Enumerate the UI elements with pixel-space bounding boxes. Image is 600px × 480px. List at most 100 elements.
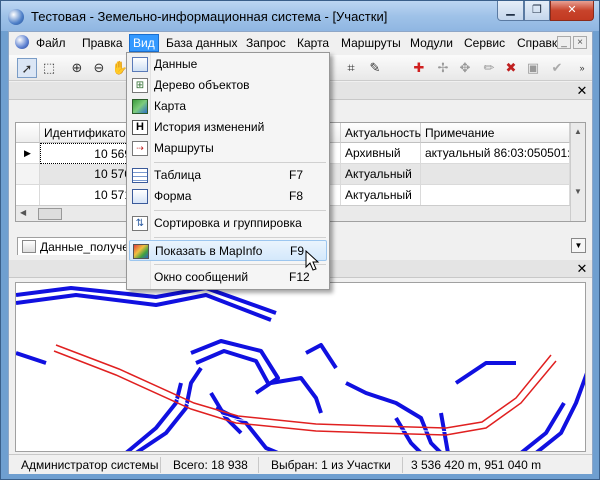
table-cell[interactable]: Архивный [341,143,421,164]
menu-item-routes[interactable]: ⇢ Маршруты [129,138,327,159]
selected-route [53,344,557,436]
menu-item-label: Карта [154,99,187,113]
tab-data-label: Данные_получен [40,240,136,254]
select-arrow-icon[interactable]: ➚ [17,58,37,78]
status-user: Администратор системы [17,457,161,473]
close-map-panel-icon[interactable]: ✕ [575,262,589,276]
map-canvas[interactable] [15,282,586,452]
tree-icon: ⊞ [132,78,148,93]
menu-item-history[interactable]: H История изменений [129,117,327,138]
map-drawing [16,286,585,451]
menu-routes[interactable]: Маршруты [338,35,404,51]
draw-line-icon[interactable]: ✎ [365,58,385,78]
column-header-status[interactable]: Актуальность [341,123,421,143]
menu-modules[interactable]: Модули [407,35,456,51]
view-dropdown-menu: Данные ⊞ Дерево объектов Карта H История… [126,52,330,290]
table-icon [132,168,148,183]
menu-separator [154,210,326,211]
zoom-in-icon[interactable]: ⊕ [67,58,87,78]
menu-item-show-in-mapinfo[interactable]: Показать в MapInfo F9 [129,240,327,261]
table-row[interactable]: 10 571 [40,185,136,206]
table-cell[interactable] [421,164,570,185]
menu-item-form[interactable]: Форма F8 [129,186,327,207]
row-indicator-header [16,123,40,143]
close-button[interactable]: ✕ [550,1,594,21]
menu-item-label: Маршруты [154,141,214,155]
menu-item-map[interactable]: Карта [129,96,327,117]
menu-item-label: Показать в MapInfo [155,244,263,258]
menu-item-sort-group[interactable]: ⇅ Сортировка и группировка [129,213,327,234]
mapinfo-icon [133,244,149,259]
menu-database[interactable]: База данных [163,35,240,51]
table-row[interactable]: 10 569 [40,143,136,164]
toolbar-overflow-icon[interactable]: » [572,58,592,78]
menu-item-label: Форма [154,189,192,203]
current-row-indicator-icon: ▶ [16,143,40,164]
confirm-check-icon[interactable]: ✔ [547,58,567,78]
edit-node-icon[interactable]: ⌗ [341,58,361,78]
menu-item-messages-window[interactable]: Окно сообщений F12 [129,267,327,288]
sort-icon: ⇅ [132,216,148,231]
rect-select-icon[interactable]: ⬚ [39,58,59,78]
menu-service[interactable]: Сервис [461,35,508,51]
maximize-button[interactable]: ❐ [524,1,550,21]
mouse-cursor-icon [305,250,320,271]
column-header-note[interactable]: Примечание [421,123,570,143]
pencil-icon[interactable]: ✏ [479,58,499,78]
zoom-out-icon[interactable]: ⊖ [89,58,109,78]
menu-view[interactable]: Вид [129,34,159,52]
scroll-left-icon[interactable]: ◀ [20,208,26,217]
table-cell[interactable]: Актуальный [341,164,421,185]
menu-query[interactable]: Запрос [243,35,289,51]
table-row[interactable]: 10 570 [40,164,136,185]
table-cell[interactable] [421,185,570,206]
menu-item-label: Окно сообщений [154,270,249,284]
tab-data[interactable]: Данные_получен [17,237,143,255]
menu-item-label: Дерево объектов [154,78,250,92]
menu-item-shortcut: F7 [289,168,304,182]
status-bar: Администратор системы Всего: 18 938 Выбр… [9,454,592,474]
menu-file[interactable]: Файл [33,35,69,51]
menu-item-shortcut: F8 [289,189,304,203]
menu-item-data[interactable]: Данные [129,54,327,75]
map-icon [132,99,148,114]
document-icon[interactable] [15,35,29,49]
app-globe-icon[interactable] [8,9,24,25]
menu-item-table[interactable]: Таблица F7 [129,165,327,186]
mdi-minimize-button[interactable]: _ [557,36,571,49]
status-coordinates: 3 536 420 m, 951 040 m [411,458,542,472]
menu-item-object-tree[interactable]: ⊞ Дерево объектов [129,75,327,96]
row-indicator [16,164,40,185]
menu-edit[interactable]: Правка [79,35,126,51]
table-cell[interactable]: Актуальный [341,185,421,206]
table-doc-icon [22,240,36,253]
move-icon[interactable]: ✥ [455,58,475,78]
menu-map[interactable]: Карта [294,35,332,51]
menu-item-label: Данные [154,57,198,71]
form-icon [132,189,148,204]
scroll-thumb[interactable] [38,208,62,220]
delete-icon[interactable]: ✖ [501,58,521,78]
menu-item-label: История изменений [154,120,265,134]
data-icon [132,57,148,72]
column-header-id[interactable]: Идентификатор [40,123,136,143]
menu-separator [154,162,326,163]
tabs-dropdown-icon[interactable]: ▼ [571,238,586,253]
title-bar[interactable]: Тестовая - Земельно-информационная систе… [1,1,599,31]
routes-icon: ⇢ [132,141,148,156]
table-cell[interactable]: актуальный 86:03:050501:3 [421,143,570,164]
menu-separator [154,264,326,265]
mdi-close-button[interactable]: × [573,36,587,49]
scroll-up-icon[interactable]: ▲ [574,127,582,136]
history-icon: H [132,120,148,135]
scroll-down-icon[interactable]: ▼ [574,187,582,196]
add-point-icon[interactable]: ✚ [409,58,429,78]
status-total: Всего: 18 938 [169,457,259,473]
close-data-panel-icon[interactable]: ✕ [575,84,589,98]
grid-vertical-scrollbar[interactable]: ▲ ▼ [570,123,585,221]
menu-separator [154,237,326,238]
minimize-button[interactable]: ▁ [497,1,524,21]
save-icon[interactable]: ▣ [523,58,543,78]
add-node-icon[interactable]: ✢ [433,58,453,78]
menu-item-shortcut: F9 [290,244,305,258]
